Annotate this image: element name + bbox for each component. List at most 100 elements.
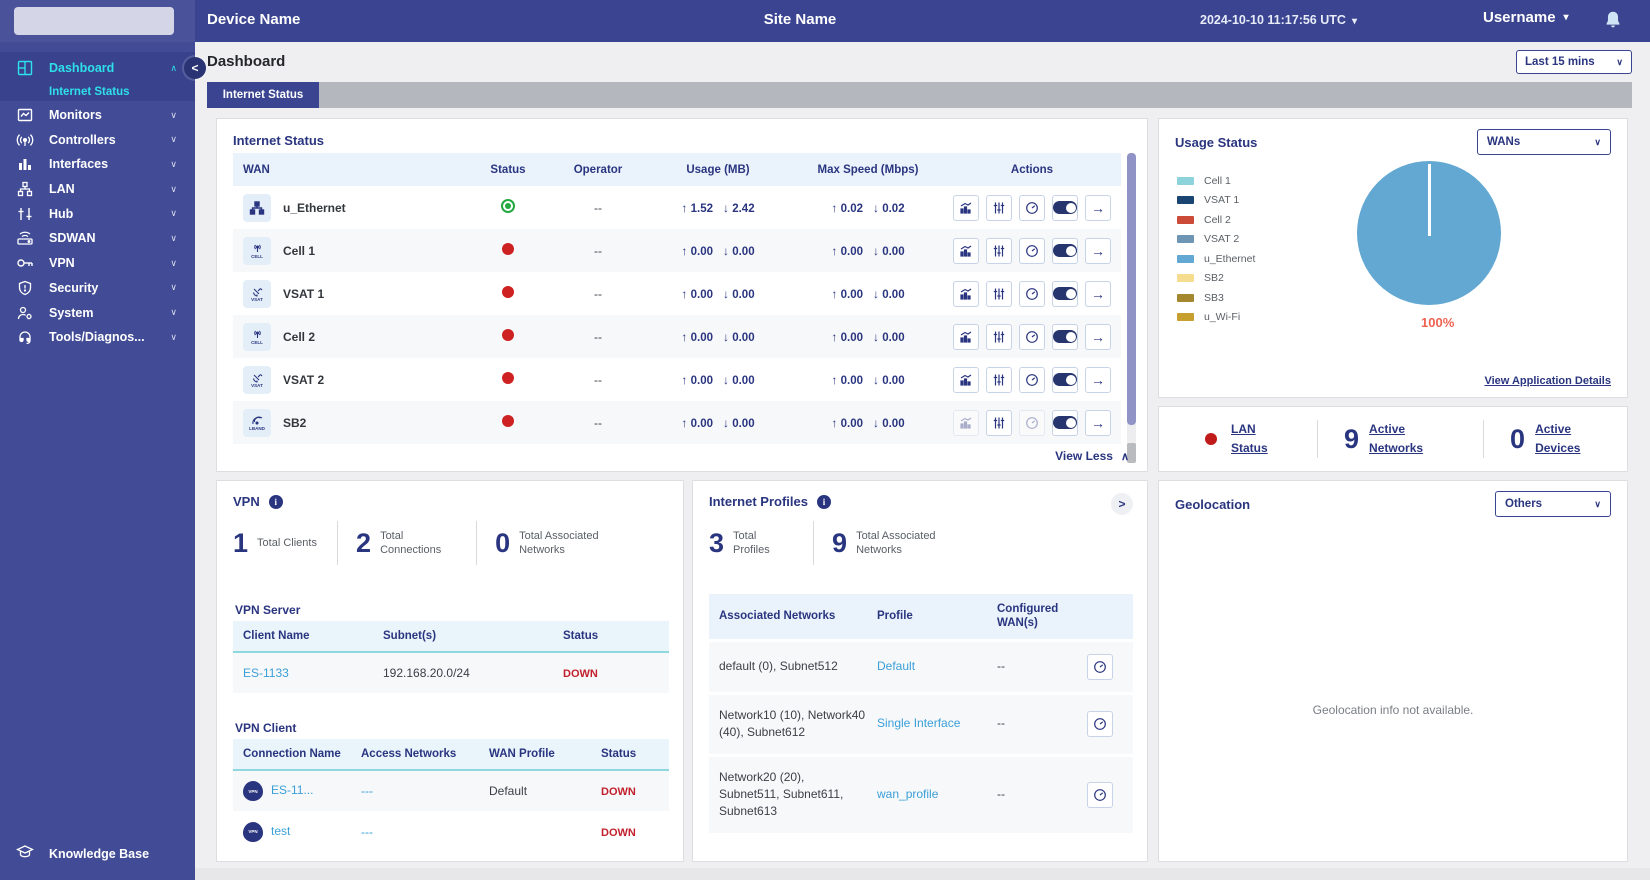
toggle-on-icon [1053,416,1077,429]
notifications-bell-icon[interactable] [1602,9,1624,31]
speedtest-button[interactable] [1019,323,1045,350]
enable-toggle[interactable] [1052,237,1078,264]
active-devices-link[interactable]: Active Devices [1535,420,1595,457]
sidebar-item-system[interactable]: System ∨ [0,300,195,325]
analytics-button[interactable] [953,237,979,264]
sidebar-item-sdwan[interactable]: SDWAN ∨ [0,226,195,251]
profile-link[interactable]: wan_profile [877,787,938,801]
analytics-button[interactable] [953,194,979,221]
security-icon [16,280,34,296]
tools-icon [16,329,34,345]
sidebar-subitem-internet-status[interactable]: Internet Status [0,81,195,103]
enable-toggle[interactable] [1052,409,1078,436]
sidebar-item-vpn[interactable]: VPN ∨ [0,251,195,276]
chevron-down-icon: ∨ [170,282,177,293]
vpn-icon [16,255,34,271]
details-arrow-button[interactable]: → [1085,409,1111,436]
arrow-right-icon: → [1091,199,1105,216]
usage-pie-chart [1357,161,1507,311]
vpn-client-link[interactable]: ES-1133 [243,666,289,680]
speedtest-button[interactable] [1087,711,1113,738]
arrow-right-icon: → [1091,414,1105,431]
datetime-dropdown[interactable]: 2024-10-10 11:17:56 UTC ▾ [1200,13,1357,27]
settings-sliders-button[interactable] [986,409,1012,436]
expand-chevron-button[interactable]: > [1111,493,1133,515]
sidebar-item-interfaces[interactable]: Interfaces ∨ [0,152,195,177]
details-arrow-button[interactable]: → [1085,323,1111,350]
geolocation-card: Geolocation Others ∨ Geolocation info not… [1158,480,1628,862]
usage-scope-select[interactable]: WANs ∨ [1477,129,1611,155]
vpn-title: VPN [233,494,260,509]
scrollbar-thumb[interactable] [1127,153,1136,425]
settings-sliders-button[interactable] [986,366,1012,393]
active-networks-link[interactable]: Active Networks [1369,420,1429,457]
tab-internet-status[interactable]: Internet Status [207,82,319,108]
enable-toggle[interactable] [1052,194,1078,221]
speedtest-button[interactable] [1019,280,1045,307]
legend-item: u_Ethernet [1177,249,1255,269]
sidebar-collapse-button[interactable]: < [184,57,206,79]
wan-row-u-ethernet: u_Ethernet -- ↑ 1.52 ↓ 2.42 ↑ 0.02 ↓ 0.02 … [233,186,1121,229]
view-application-details-link[interactable]: View Application Details [1484,375,1611,387]
sidebar-item-controllers[interactable]: Controllers ∨ [0,127,195,152]
vpn-shield-icon: VPN [243,781,263,801]
vpn-connection-link[interactable]: test [271,824,290,838]
toggle-on-icon [1053,287,1077,300]
internet-status-table: WAN Status Operator Usage (MB) Max Speed… [233,153,1121,444]
sidebar-item-lan[interactable]: LAN ∨ [0,177,195,202]
legend-item: Cell 2 [1177,210,1255,230]
settings-sliders-button[interactable] [986,237,1012,264]
logo-area [0,0,195,42]
time-range-select[interactable]: Last 15 mins ∨ [1516,50,1632,74]
settings-sliders-button[interactable] [986,280,1012,307]
analytics-button [953,409,979,436]
profile-row: Network10 (10), Network40 (40), Subnet61… [709,694,1133,754]
speedtest-button[interactable] [1087,653,1113,680]
controllers-icon [16,132,34,148]
legend-item: SB2 [1177,269,1255,289]
toggle-on-icon [1053,373,1077,386]
details-arrow-button[interactable]: → [1085,237,1111,264]
active-networks-count: 9 [1344,423,1360,454]
settings-sliders-button[interactable] [986,194,1012,221]
status-down-dot [502,372,514,384]
vpn-stats: 1 Total Clients 2 Total Connections 0 Total… [233,521,629,565]
profile-link[interactable]: Single Interface [877,716,960,730]
lan-status-link[interactable]: LAN Status [1231,420,1291,457]
details-arrow-button[interactable]: → [1085,280,1111,307]
enable-toggle[interactable] [1052,280,1078,307]
internet-profiles-table: Associated Networks Profile Configured W… [709,591,1133,836]
profile-link[interactable]: Default [877,659,915,673]
legend-item: u_Wi-Fi [1177,308,1255,328]
sidebar-knowledge-base[interactable]: Knowledge Base [0,840,195,868]
sidebar-item-security[interactable]: Security ∨ [0,276,195,301]
arrow-down-icon: ↓ [723,200,729,215]
arrow-right-icon: → [1091,328,1105,345]
speedtest-button[interactable] [1019,194,1045,221]
sidebar-item-tools-diagnostics[interactable]: Tools/Diagnos... ∨ [0,325,195,350]
view-less-link[interactable]: View Less ∧ [1055,449,1129,463]
analytics-button[interactable] [953,280,979,307]
speedtest-button[interactable] [1087,781,1113,808]
speedtest-button[interactable] [1019,366,1045,393]
details-arrow-button[interactable]: → [1085,194,1111,221]
sidebar-item-monitors[interactable]: Monitors ∨ [0,103,195,128]
speedtest-button[interactable] [1019,237,1045,264]
geolocation-scope-select[interactable]: Others ∨ [1495,491,1611,517]
vpn-connection-link[interactable]: ES-11... [271,783,313,797]
details-arrow-button[interactable]: → [1085,366,1111,393]
tab-strip: Internet Status [207,82,1632,108]
settings-sliders-button[interactable] [986,323,1012,350]
analytics-button[interactable] [953,366,979,393]
analytics-button[interactable] [953,323,979,350]
table-scrollbar[interactable] [1127,153,1136,463]
enable-toggle[interactable] [1052,366,1078,393]
info-icon[interactable]: i [268,494,283,509]
vpn-client-subtitle: VPN Client [235,721,297,735]
username-menu[interactable]: Username ▾ [1483,9,1569,26]
sidebar-item-hub[interactable]: Hub ∨ [0,201,195,226]
bottom-scrollbar-strip[interactable] [195,868,1650,880]
info-icon[interactable]: i [816,494,831,509]
sidebar-item-dashboard[interactable]: Dashboard ∧ [0,56,195,81]
enable-toggle[interactable] [1052,323,1078,350]
